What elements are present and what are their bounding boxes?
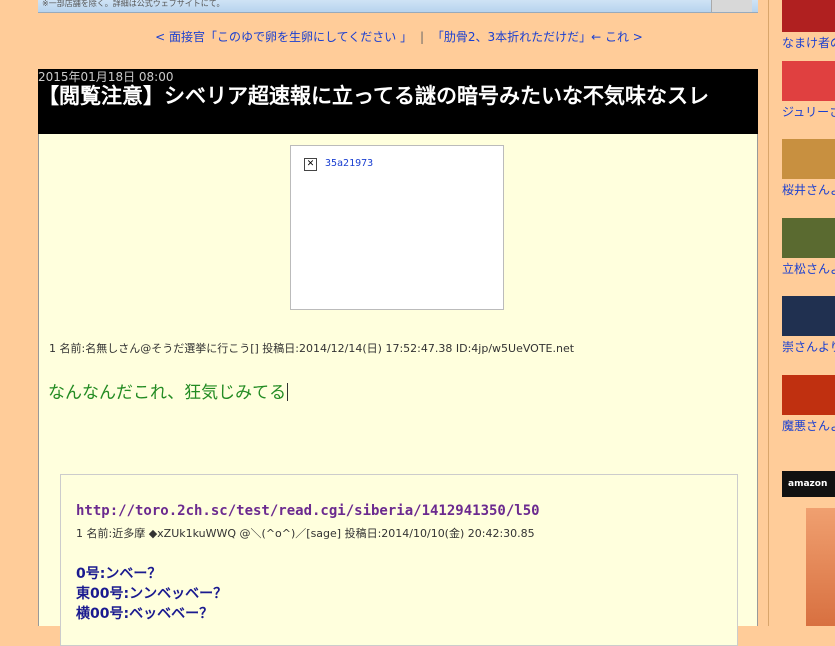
- sidebar-item[interactable]: 立松さんよ: [782, 218, 835, 277]
- banner-text: ※一部店舗を除く。詳細は公式ウェブサイトにて。: [42, 0, 225, 8]
- quote-line: 0号:ンベー？: [76, 566, 162, 582]
- thumbnail-image[interactable]: [782, 0, 835, 32]
- nav-separator: |: [419, 30, 424, 44]
- post-meta: 1 名前:名無しさん@そうだ選挙に行こう[] 投稿日:2014/12/14(日)…: [49, 342, 575, 355]
- column-divider: [768, 0, 769, 626]
- sidebar-item-label[interactable]: なまけ者の: [782, 34, 835, 51]
- sidebar-item[interactable]: ジュリーさ: [782, 61, 835, 120]
- sidebar-item-label[interactable]: 魔悪さんよ: [782, 417, 835, 434]
- article-date: 2015年01月18日 08:00: [38, 70, 174, 84]
- article-title: 【閲覧注意】シベリア超速報に立ってる謎の暗号みたいな不気味なスレ: [38, 84, 709, 108]
- quote-line: 東00号:ンンベッベー？: [76, 586, 228, 602]
- amazon-widget-header[interactable]: amazon: [782, 471, 835, 497]
- article-navigation: < 面接官「このゆで卵を生卵にしてください 」 | 「肋骨2、3本折れただけだ」…: [0, 28, 798, 45]
- thumbnail-image[interactable]: [782, 375, 835, 415]
- main-column: ※一部店舗を除く。詳細は公式ウェブサイトにて。 < 面接官「このゆで卵を生卵にし…: [0, 0, 768, 646]
- post-text: なんなんだこれ、狂気じみてる: [48, 378, 289, 403]
- post-text-content: なんなんだこれ、狂気じみてる: [48, 383, 287, 403]
- quoted-thread-box: http://toro.2ch.sc/test/read.cgi/siberia…: [60, 474, 738, 646]
- thumbnail-image[interactable]: [782, 218, 835, 258]
- top-ad-banner[interactable]: ※一部店舗を除く。詳細は公式ウェブサイトにて。: [38, 0, 758, 13]
- sidebar-item-label[interactable]: ジュリーさ: [782, 103, 835, 120]
- article-body: ✕ 35a21973 1 名前:名無しさん@そうだ選挙に行こう[] 投稿日:20…: [38, 134, 758, 646]
- sidebar-item[interactable]: 崇さんより: [782, 296, 835, 355]
- quote-meta: 1 名前:近多摩 ◆xZUk1kuWWQ @＼(^o^)／[sage] 投稿日:…: [76, 527, 535, 540]
- banner-image: [711, 0, 752, 12]
- prev-article-link[interactable]: < 面接官「このゆで卵を生卵にしてください 」: [155, 30, 412, 44]
- thread-url-link[interactable]: http://toro.2ch.sc/test/read.cgi/siberia…: [76, 503, 540, 519]
- article-image[interactable]: ✕ 35a21973: [290, 145, 504, 310]
- thumbnail-image[interactable]: [782, 139, 835, 179]
- sidebar-item[interactable]: 桜井さんよ: [782, 139, 835, 198]
- next-article-link[interactable]: 「肋骨2、3本折れただけだ」← これ >: [432, 30, 643, 44]
- amazon-ad-image[interactable]: [806, 508, 835, 626]
- quote-line: 横00号:ベッベベー？: [76, 606, 214, 622]
- thumbnail-image[interactable]: [782, 296, 835, 336]
- sidebar: なまけ者の ジュリーさ 桜井さんよ 立松さんよ 崇さんより 魔悪さんよ amaz…: [770, 0, 835, 626]
- broken-image-icon: ✕: [304, 158, 317, 171]
- thumbnail-image[interactable]: [782, 61, 835, 101]
- sidebar-item[interactable]: なまけ者の: [782, 0, 835, 51]
- sidebar-item-label[interactable]: 立松さんよ: [782, 260, 835, 277]
- text-cursor: [287, 383, 289, 401]
- sidebar-item-label[interactable]: 崇さんより: [782, 338, 835, 355]
- sidebar-item-label[interactable]: 桜井さんよ: [782, 181, 835, 198]
- image-alt-text: 35a21973: [325, 158, 374, 169]
- sidebar-item[interactable]: 魔悪さんよ: [782, 375, 835, 434]
- article-header: 2015年01月18日 08:00 【閲覧注意】シベリア超速報に立ってる謎の暗号…: [38, 69, 758, 134]
